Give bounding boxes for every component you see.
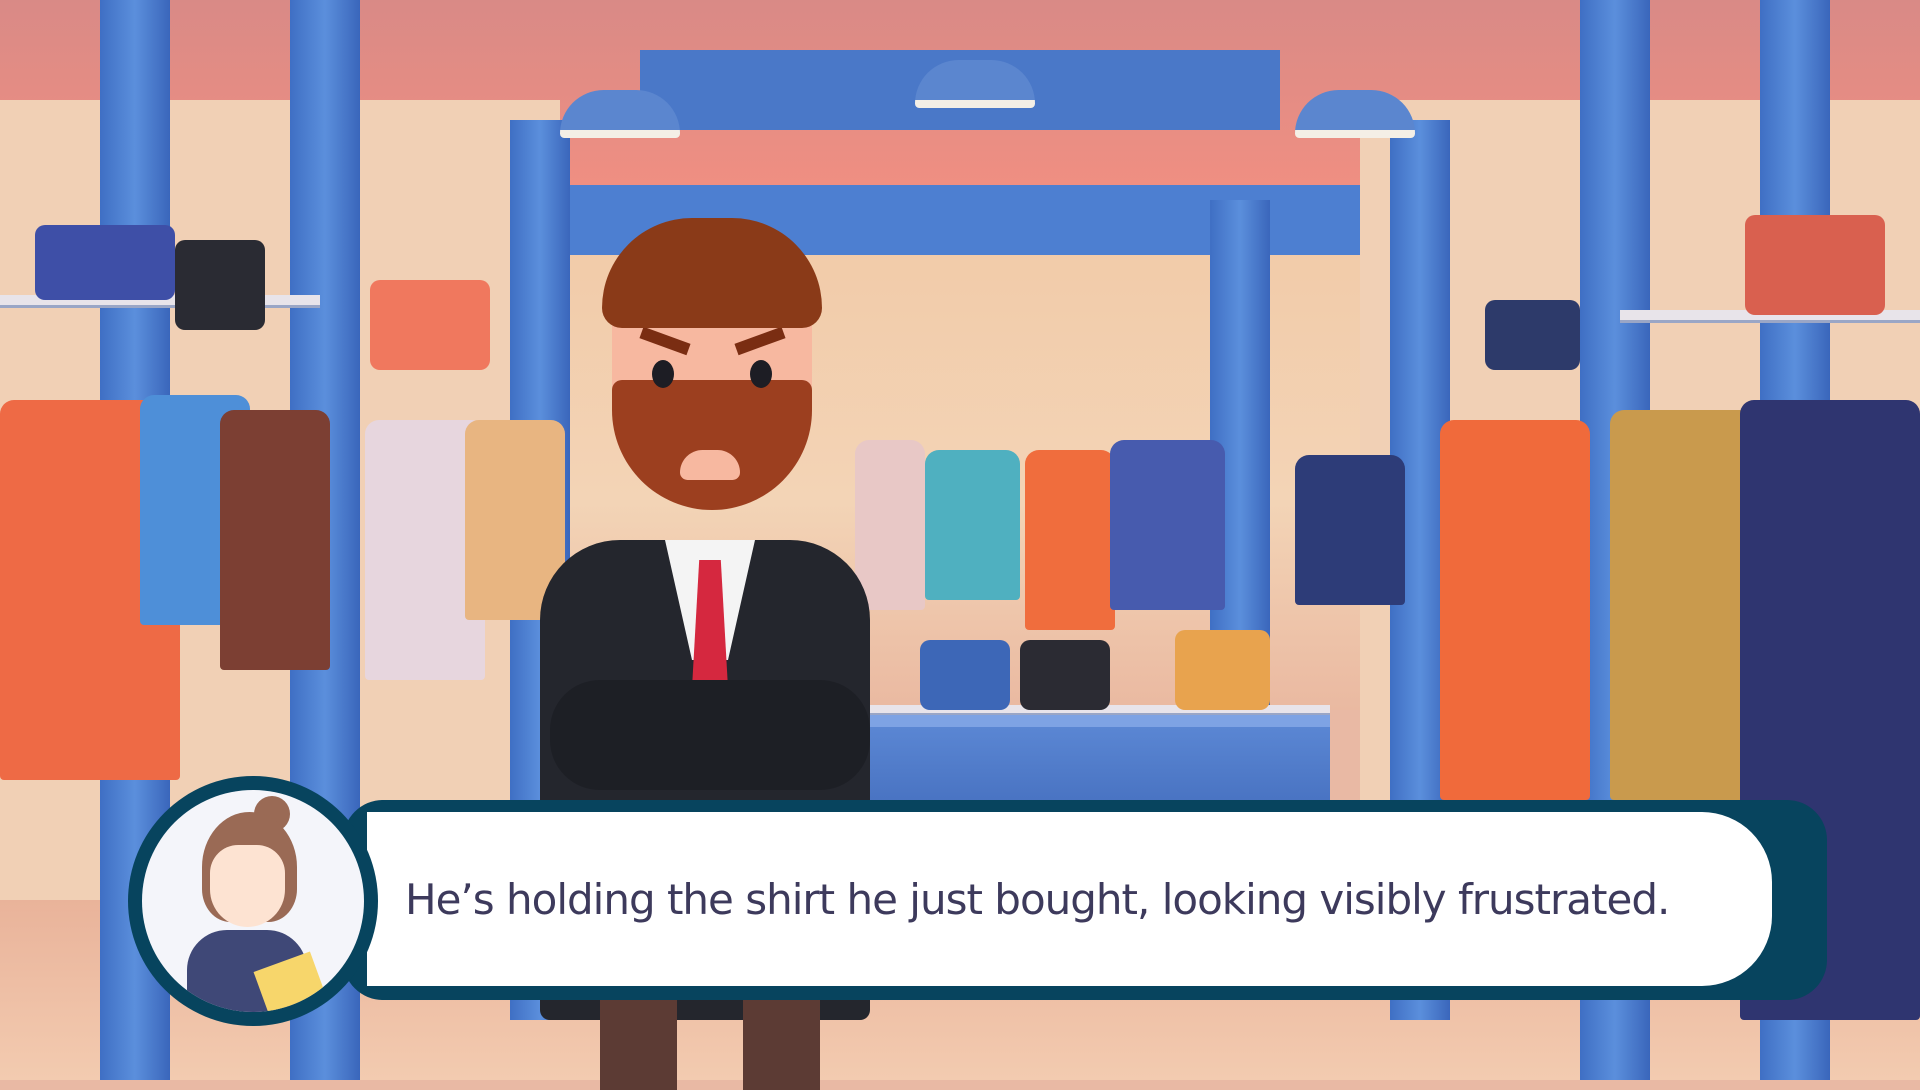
hair [602,218,822,328]
narrator-avatar-icon [142,790,364,1012]
folded-clothes [370,280,490,370]
dialog-text: He’s holding the shirt he just bought, l… [405,874,1670,924]
folded-clothes [175,240,265,330]
hanging-clothes [1110,440,1225,610]
hanging-clothes [925,450,1020,600]
dialog-panel[interactable]: He’s holding the shirt he just bought, l… [367,812,1772,986]
crossed-arms [550,680,870,790]
mannequin-jacket [220,410,330,670]
folded-clothes [1745,215,1885,315]
mannequin-suit [1440,420,1590,800]
eye [652,360,674,388]
folded-clothes [35,225,175,300]
legs [600,1000,820,1090]
hanging-clothes [1025,450,1115,630]
folded-clothes [1020,640,1110,710]
folded-clothes [1175,630,1270,710]
hanging-clothes [1295,455,1405,605]
eye [750,360,772,388]
mouth [680,450,740,480]
beard [612,380,812,510]
avatar-face [210,845,285,927]
folded-clothes [920,640,1010,710]
folded-clothes [1485,300,1580,370]
